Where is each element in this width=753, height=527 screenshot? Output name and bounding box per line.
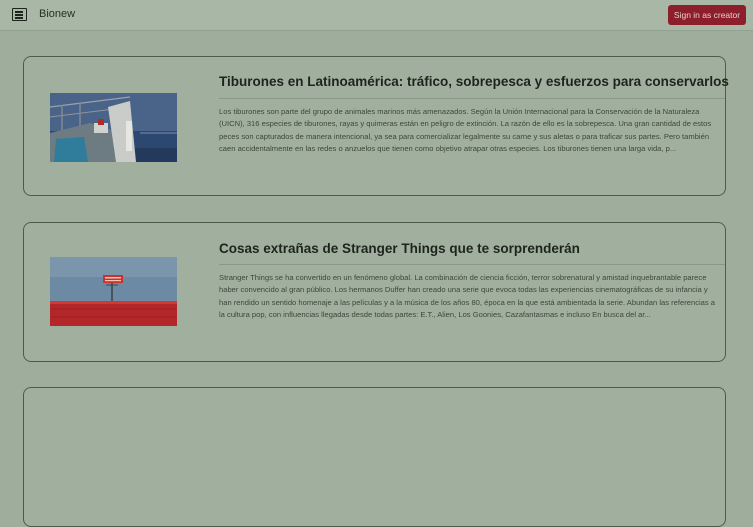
brand-name[interactable]: Bionew bbox=[39, 8, 75, 20]
article-title[interactable]: Cosas extrañas de Stranger Things que te… bbox=[219, 241, 580, 256]
article-card[interactable]: Cosas extrañas de Stranger Things que te… bbox=[23, 222, 726, 362]
article-excerpt: Los tiburones son parte del grupo de ani… bbox=[219, 107, 712, 153]
stranger-things-sign-photo bbox=[50, 257, 177, 326]
fishing-boat-photo bbox=[50, 93, 177, 162]
top-navbar: Bionew Sign in as creator bbox=[0, 0, 753, 31]
sign-in-button[interactable]: Sign in as creator bbox=[668, 5, 746, 25]
article-excerpt: Stranger Things se ha convertido en un f… bbox=[219, 273, 716, 319]
article-thumbnail[interactable] bbox=[50, 257, 177, 326]
article-card[interactable]: Tiburones en Latinoamérica: tráfico, sob… bbox=[23, 56, 729, 196]
article-title[interactable]: Tiburones en Latinoamérica: tráfico, sob… bbox=[219, 74, 729, 89]
article-thumbnail[interactable] bbox=[50, 93, 177, 162]
title-divider bbox=[219, 264, 725, 265]
title-divider bbox=[219, 98, 725, 99]
newspaper-icon[interactable] bbox=[12, 8, 27, 21]
article-card[interactable] bbox=[23, 387, 726, 527]
